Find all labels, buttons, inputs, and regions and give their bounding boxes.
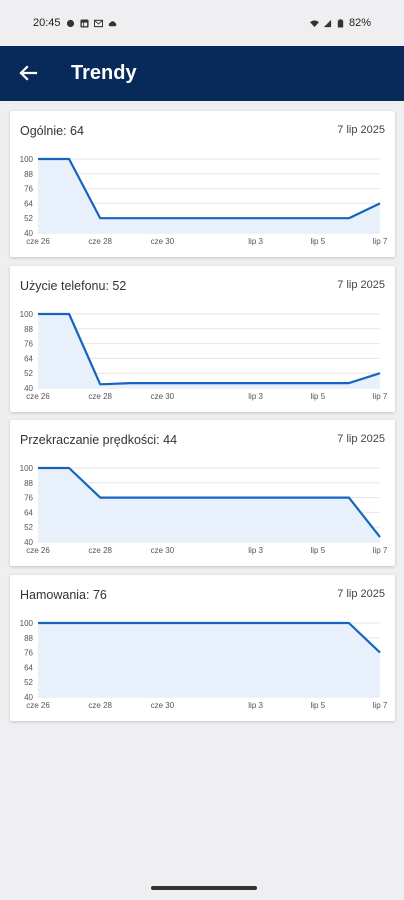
y-tick-label: 100: [20, 464, 34, 473]
arrow-left-icon[interactable]: [14, 59, 42, 87]
y-tick-label: 52: [24, 523, 33, 532]
page-title: Trendy: [71, 62, 137, 84]
x-tick-label: lip 7: [373, 546, 388, 555]
series-area: [38, 314, 380, 388]
x-tick-label: lip 5: [310, 546, 325, 555]
x-tick-label: lip 7: [373, 701, 388, 710]
status-bar: 20:45 82%: [0, 0, 404, 46]
x-tick-label: cze 28: [88, 392, 112, 401]
card-date: 7 lip 2025: [337, 279, 385, 291]
card-title: Hamowania: 76: [20, 588, 107, 602]
status-time: 20:45: [33, 17, 61, 29]
y-tick-label: 52: [24, 214, 33, 223]
x-tick-label: lip 3: [248, 392, 263, 401]
x-tick-label: cze 28: [88, 546, 112, 555]
y-tick-label: 64: [24, 663, 33, 672]
y-tick-label: 76: [24, 340, 33, 349]
x-tick-label: cze 30: [151, 546, 175, 555]
wifi-icon: [309, 19, 319, 27]
card-date: 7 lip 2025: [337, 433, 385, 445]
signal-icon: [323, 19, 332, 27]
battery-icon: [337, 18, 344, 28]
y-tick-label: 64: [24, 354, 33, 363]
y-tick-label: 64: [24, 199, 33, 208]
x-tick-label: lip 3: [248, 701, 263, 710]
cloud-icon: [108, 20, 116, 26]
gesture-nav-bar[interactable]: [151, 886, 257, 890]
x-tick-label: lip 7: [373, 237, 388, 246]
x-tick-label: lip 3: [248, 237, 263, 246]
y-tick-label: 88: [24, 634, 33, 643]
app-bar: Trendy: [0, 46, 404, 101]
status-bar-right: 82%: [309, 17, 371, 29]
x-tick-label: cze 30: [151, 701, 175, 710]
mail-icon: [93, 19, 103, 27]
x-tick-label: cze 26: [26, 701, 50, 710]
card-title: Ogólnie: 64: [20, 124, 84, 138]
card-title: Przekraczanie prędkości: 44: [20, 433, 178, 447]
trend-card-phone-usage: 100 88 76 64 52 40 cze 26 cze 28 cze 30 lip 3 lip …: [10, 266, 395, 412]
y-tick-label: 52: [24, 678, 33, 687]
series-area: [38, 468, 380, 542]
y-tick-label: 100: [20, 619, 34, 628]
x-tick-label: lip 5: [310, 392, 325, 401]
y-tick-label: 100: [20, 310, 34, 319]
status-bar-left: 20:45: [33, 17, 117, 29]
y-tick-label: 76: [24, 185, 33, 194]
x-tick-label: lip 7: [373, 392, 388, 401]
x-tick-label: cze 30: [151, 392, 175, 401]
x-tick-label: cze 28: [88, 701, 112, 710]
card-title: Użycie telefonu: 52: [20, 279, 127, 293]
series-area: [38, 623, 380, 697]
y-tick-label: 100: [20, 155, 34, 164]
dot-icon: [66, 19, 74, 27]
trend-card-speeding: 100 88 76 64 52 40 cze 26 cze 28 cze 30 lip 3 lip …: [10, 420, 395, 566]
y-tick-label: 76: [24, 494, 33, 503]
linkedin-icon: [79, 18, 89, 28]
card-date: 7 lip 2025: [337, 124, 385, 136]
y-tick-label: 88: [24, 479, 33, 488]
x-tick-label: lip 5: [310, 701, 325, 710]
y-tick-label: 52: [24, 369, 33, 378]
x-tick-label: lip 5: [310, 237, 325, 246]
y-tick-label: 64: [24, 508, 33, 517]
x-tick-label: cze 26: [26, 237, 50, 246]
trend-card-braking: 100 88 76 64 52 40 cze 26 cze 28 cze 30 lip 3 lip …: [10, 575, 395, 721]
x-tick-label: cze 26: [26, 546, 50, 555]
battery-percent: 82%: [348, 17, 371, 29]
x-tick-label: cze 26: [26, 392, 50, 401]
card-date: 7 lip 2025: [337, 588, 385, 600]
y-tick-label: 76: [24, 649, 33, 658]
y-tick-label: 88: [24, 170, 33, 179]
x-tick-label: cze 28: [88, 237, 112, 246]
x-tick-label: lip 3: [248, 546, 263, 555]
y-tick-label: 88: [24, 325, 33, 334]
x-tick-label: cze 30: [151, 237, 175, 246]
trend-card-overall: 100 88 76 64 52 40 cze 26 cze 28 cze 30 lip 3 lip …: [10, 111, 395, 257]
